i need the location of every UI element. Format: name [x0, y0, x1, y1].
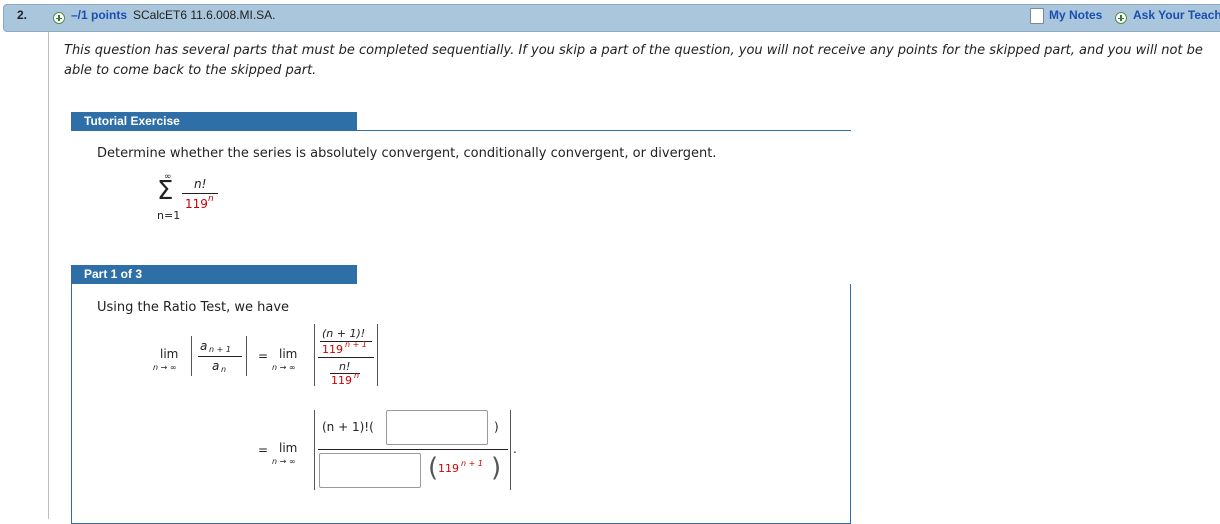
lim-label-1: lim: [160, 347, 179, 361]
big-num-bot-base: 119: [322, 343, 343, 356]
big-den-top: n!: [339, 360, 351, 373]
series-numerator: n!: [194, 177, 207, 191]
line3-num-right: ): [494, 420, 499, 434]
line3-fraction-bar: [318, 449, 508, 450]
equals-2: =: [258, 443, 269, 457]
tutorial-prompt: Determine whether the series is absolute…: [97, 146, 717, 161]
lim-sub-2: n → ∞: [272, 363, 296, 372]
abs-bar-right-1: [246, 336, 247, 376]
tutorial-divider: [71, 130, 851, 131]
tutorial-exercise-tab: Tutorial Exercise: [71, 112, 357, 131]
series-denominator-base: 119: [185, 197, 208, 211]
part-1-text: Using the Ratio Test, we have: [97, 300, 290, 315]
line3-den-base: 119: [438, 462, 459, 475]
intro-text: This question has several parts that mus…: [64, 43, 1203, 78]
big-num-top: (n + 1)!: [322, 327, 366, 340]
ask-teacher-link[interactable]: Ask Your Teacher: [1133, 8, 1220, 22]
paren-right: ): [491, 453, 502, 483]
sigma-symbol: Σ: [157, 176, 174, 206]
main-fraction-bar: [318, 357, 374, 358]
abs-bar-right-2: [377, 324, 378, 386]
paren-left: (: [428, 453, 439, 483]
line3-den-exp: n + 1: [461, 459, 483, 468]
ratio-fraction-bar: [198, 356, 242, 357]
trailing-period: .: [513, 442, 517, 456]
part-1-tab: Part 1 of 3: [71, 265, 357, 284]
big-den-bot-exp: n: [354, 371, 360, 380]
notes-icon[interactable]: [1030, 8, 1044, 24]
question-number: 2.: [17, 8, 28, 22]
my-notes-link[interactable]: My Notes: [1049, 8, 1102, 22]
a-n-plus-1: a: [200, 339, 208, 353]
a-n-plus-1-sub: n + 1: [209, 345, 231, 354]
lim-label-3: lim: [279, 441, 298, 455]
content-left-border: [48, 32, 49, 519]
line3-num-left: (n + 1)!(: [322, 420, 374, 434]
a-n-sub: n: [221, 365, 227, 374]
series-denominator-exp: n: [208, 194, 214, 204]
a-n: a: [212, 359, 220, 373]
answer-input-numerator[interactable]: [386, 410, 488, 445]
answer-input-denominator[interactable]: [319, 453, 421, 488]
big-num-bot-exp: n + 1: [345, 340, 367, 349]
part-1-box: [71, 284, 851, 524]
abs-bar-right-3: [510, 410, 511, 490]
abs-bar-left-1: [191, 336, 192, 376]
abs-bar-left-2: [314, 324, 315, 386]
expand-plus-icon[interactable]: [53, 12, 65, 24]
points-label: –/1 points: [71, 8, 128, 22]
sum-lower-limit: n=1: [157, 209, 181, 222]
ask-teacher-plus-icon[interactable]: [1115, 12, 1127, 24]
equals-1: =: [258, 349, 269, 363]
lim-sub-1: n → ∞: [153, 363, 177, 372]
lim-sub-3: n → ∞: [272, 457, 296, 466]
big-den-bot-base: 119: [331, 374, 352, 387]
lim-label-2: lim: [279, 347, 298, 361]
question-id: SCalcET6 11.6.008.MI.SA.: [133, 8, 276, 22]
abs-bar-left-3: [314, 410, 315, 490]
